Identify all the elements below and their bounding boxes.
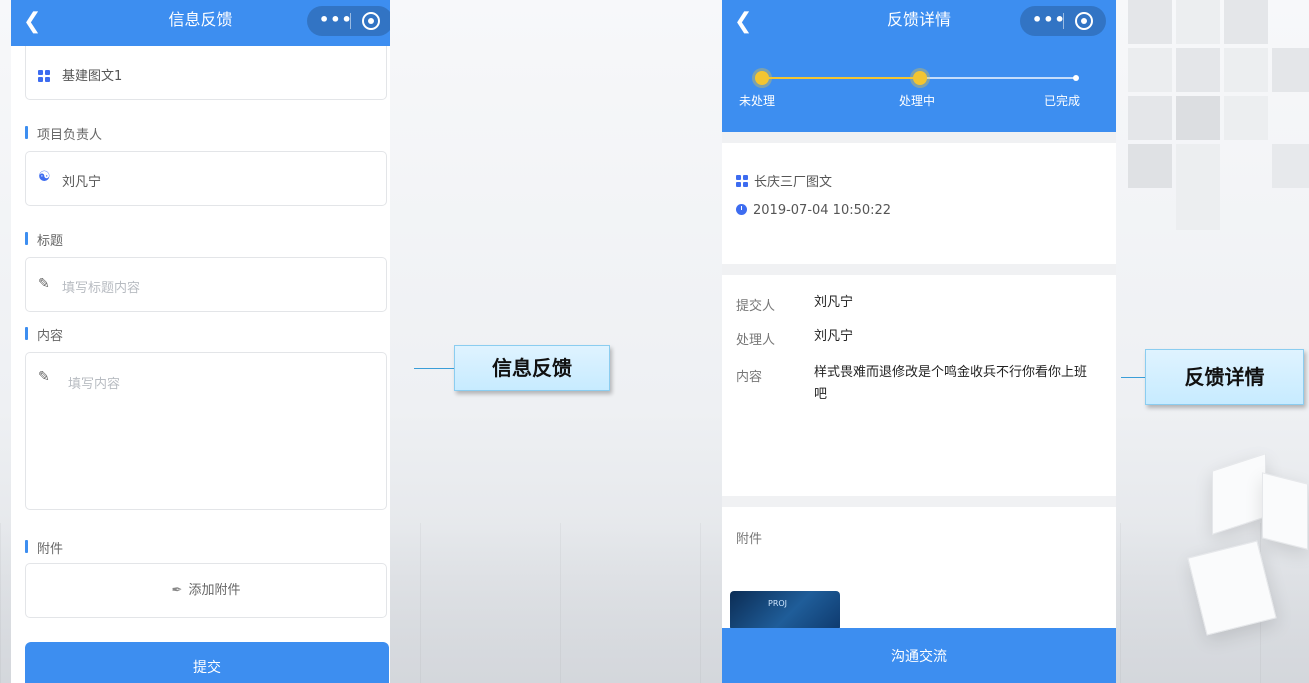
close-miniprogram-icon[interactable]: [1075, 12, 1093, 30]
callout-connector: [414, 368, 454, 369]
project-name: 长庆三厂图文: [754, 175, 833, 190]
background-cube: [1262, 472, 1308, 550]
manager-field[interactable]: ☯ 刘凡宁: [25, 151, 387, 206]
content-placeholder: 填写内容: [68, 377, 121, 392]
content-label: 内容: [25, 325, 63, 344]
feedback-form-screen: ❮ 信息反馈 ••• 基建图文1 项目负责人 ☯ 刘凡宁 标题 ✎ 填写标题内容…: [11, 0, 390, 683]
clock-icon: [736, 204, 747, 215]
attachment-thumbnail[interactable]: PROJ: [730, 591, 840, 631]
grid-icon: [736, 175, 748, 187]
callout-left: 信息反馈: [454, 345, 610, 391]
callout-connector: [1121, 377, 1145, 378]
handler-value: 刘凡宁: [814, 329, 854, 344]
capsule-menu: •••: [1020, 6, 1106, 36]
user-icon: ☯: [38, 169, 51, 185]
stage-label: 未处理: [739, 94, 776, 108]
progress-track-done: [762, 77, 920, 79]
step-node-unprocessed: [755, 71, 769, 85]
manager-label: 项目负责人: [25, 124, 102, 143]
grid-icon: [38, 70, 50, 82]
attachment-label: 附件: [736, 532, 763, 547]
step-node-completed: [1073, 75, 1079, 81]
stage-label: 处理中: [899, 94, 936, 108]
more-icon[interactable]: •••: [319, 6, 353, 34]
submitter-label: 提交人: [736, 299, 776, 314]
project-name: 基建图文1: [62, 69, 123, 84]
project-field[interactable]: 基建图文1: [25, 46, 387, 100]
add-attachment-label: 添加附件: [188, 583, 241, 598]
content-textarea[interactable]: ✎ 填写内容: [25, 352, 387, 510]
progress-steps: 未处理 处理中 已完成: [722, 46, 1116, 132]
detail-card: 提交人 刘凡宁 处理人 刘凡宁 内容 样式畏难而退修改是个鸣金收兵不行你看你上班…: [722, 275, 1116, 496]
step-node-processing: [913, 71, 927, 85]
attachment-label: 附件: [25, 538, 63, 557]
content-label: 内容: [736, 370, 763, 385]
pen-icon: ✎: [38, 369, 50, 385]
title-input[interactable]: ✎ 填写标题内容: [25, 257, 387, 312]
title-placeholder: 填写标题内容: [62, 281, 141, 296]
communicate-button[interactable]: 沟通交流: [722, 628, 1116, 683]
project-info-card: 长庆三厂图文 2019-07-04 10:50:22: [722, 143, 1116, 264]
datetime-value: 2019-07-04 10:50:22: [753, 203, 892, 218]
pen-icon: ✎: [38, 276, 50, 292]
thumbnail-text: PROJ: [768, 599, 788, 608]
stage-label: 已完成: [1044, 94, 1081, 108]
more-icon[interactable]: •••: [1032, 6, 1066, 34]
background-tiles: [1128, 0, 1309, 230]
project-line: 长庆三厂图文: [736, 171, 832, 190]
manager-value: 刘凡宁: [62, 175, 102, 190]
add-attachment-button[interactable]: ✒ 添加附件: [25, 563, 387, 618]
nav-bar: ❮ 反馈详情 •••: [722, 0, 1116, 46]
nav-bar: ❮ 信息反馈 •••: [11, 0, 390, 46]
content-value: 样式畏难而退修改是个鸣金收兵不行你看你上班吧: [814, 365, 1088, 402]
callout-right: 反馈详情: [1145, 349, 1304, 405]
datetime-line: 2019-07-04 10:50:22: [736, 203, 891, 218]
feedback-detail-screen: ❮ 反馈详情 ••• 未处理 处理中 已完成 长庆三厂图文 2019-07-04…: [722, 0, 1116, 683]
close-miniprogram-icon[interactable]: [362, 12, 380, 30]
handler-label: 处理人: [736, 333, 776, 348]
capsule-menu: •••: [307, 6, 390, 36]
progress-track-pending: [920, 77, 1076, 79]
paperclip-icon: ✒: [171, 583, 183, 598]
submitter-value: 刘凡宁: [814, 295, 854, 310]
title-label: 标题: [25, 230, 63, 249]
submit-button[interactable]: 提交: [25, 642, 389, 683]
